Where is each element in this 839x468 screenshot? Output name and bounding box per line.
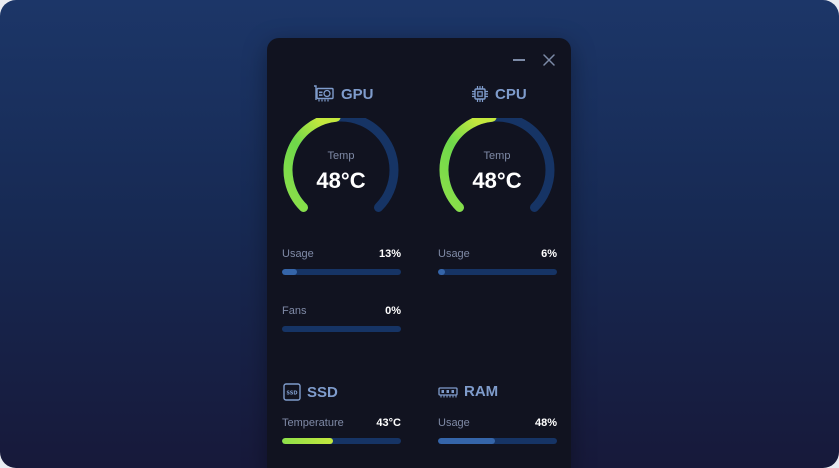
gpu-fans-value: 0%: [385, 305, 401, 317]
cpu-temp-label: Temp: [483, 150, 511, 162]
ssd-temperature-metric: Temperature 43°C: [282, 416, 401, 444]
ram-title: RAM: [464, 383, 499, 400]
ram-usage-value: 48%: [534, 417, 557, 429]
gpu-usage-bar: [282, 269, 401, 275]
close-button[interactable]: [538, 50, 560, 70]
cpu-header: CPU: [471, 85, 527, 103]
cpu-usage-bar: [438, 269, 557, 275]
ram-usage-metric: Usage 48%: [438, 416, 557, 444]
ram-usage-label: Usage: [438, 417, 470, 429]
gpu-usage-label: Usage: [282, 248, 314, 260]
cpu-usage-metric: Usage 6%: [438, 247, 557, 275]
gauge-fill: [439, 118, 497, 212]
cpu-title: CPU: [495, 85, 527, 103]
gpu-card-icon: [314, 85, 334, 102]
ram-usage-bar: [438, 438, 557, 444]
gpu-temp-value: 48°C: [316, 168, 366, 193]
close-icon: [543, 54, 555, 66]
minimize-icon: [513, 59, 525, 61]
minimize-button[interactable]: [508, 50, 530, 70]
ssd-title: SSD: [307, 383, 338, 401]
gpu-temp-gauge: Temp 48°C: [281, 118, 401, 228]
cpu-chip-icon: [472, 86, 488, 102]
ssd-temperature-fill: [282, 438, 334, 444]
ssd-icon: SSD: [283, 383, 301, 401]
gpu-temp-label: Temp: [327, 150, 355, 162]
ram-stick-icon: [438, 386, 458, 397]
gpu-usage-fill: [282, 269, 298, 275]
ram-usage-fill: [438, 438, 496, 444]
gauge-fill: [283, 118, 341, 212]
desktop-background: GPU CPU Temp 48°C Temp 48°C Usage 13% Us…: [0, 0, 839, 468]
cpu-usage-label: Usage: [438, 248, 470, 260]
gpu-fans-label: Fans: [282, 305, 307, 317]
cpu-usage-value: 6%: [541, 248, 557, 260]
gpu-title: GPU: [341, 85, 374, 103]
svg-text:SSD: SSD: [286, 391, 297, 397]
ssd-temperature-label: Temperature: [282, 417, 344, 429]
gpu-header: GPU: [313, 85, 374, 103]
ssd-temperature-bar: [282, 438, 401, 444]
ram-header: RAM: [438, 383, 498, 400]
gpu-fans-bar: [282, 326, 401, 332]
cpu-usage-fill: [438, 269, 446, 275]
cpu-temp-gauge: Temp 48°C: [437, 118, 557, 228]
ssd-temperature-value: 43°C: [376, 417, 401, 429]
cpu-temp-value: 48°C: [472, 168, 522, 193]
hardware-monitor-panel: GPU CPU Temp 48°C Temp 48°C Usage 13% Us…: [267, 38, 571, 468]
gpu-fans-metric: Fans 0%: [282, 304, 401, 332]
gpu-usage-metric: Usage 13%: [282, 247, 401, 275]
gpu-usage-value: 13%: [378, 248, 401, 260]
ssd-header: SSD SSD: [283, 383, 338, 401]
